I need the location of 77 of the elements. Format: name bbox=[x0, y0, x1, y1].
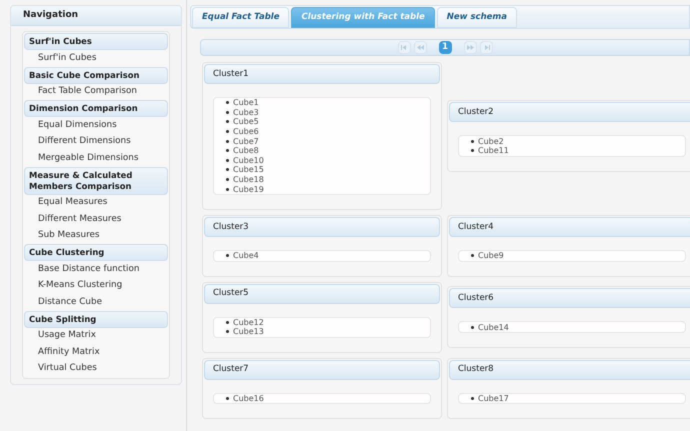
menu-item[interactable]: K-Means Clustering bbox=[24, 278, 168, 294]
cube-name: Cube15 bbox=[233, 165, 264, 174]
cube-name: Cube19 bbox=[233, 184, 264, 194]
first-page-icon bbox=[400, 45, 408, 50]
next-page-icon bbox=[466, 45, 474, 50]
last-page-icon bbox=[482, 45, 490, 50]
last-page-button[interactable] bbox=[480, 41, 492, 54]
cube-name: Cube3 bbox=[233, 108, 259, 117]
menu-item[interactable]: Distance Cube bbox=[24, 294, 168, 310]
cube-name: Cube14 bbox=[478, 322, 509, 332]
panel-header: Cluster7 bbox=[204, 360, 440, 380]
menu-item[interactable]: Base Distance function bbox=[24, 261, 168, 278]
section-header[interactable]: Basic Cube Comparison bbox=[24, 66, 168, 84]
bullet-icon bbox=[226, 120, 229, 124]
cube-name: Cube18 bbox=[233, 175, 264, 184]
first-page-button[interactable] bbox=[398, 41, 410, 54]
cube-name: Cube1 bbox=[233, 98, 259, 108]
menu-item[interactable]: Different Measures bbox=[24, 211, 168, 228]
panel-header: Cluster3 bbox=[204, 216, 440, 237]
menu-item[interactable]: Mergeable Dimensions bbox=[24, 150, 168, 166]
tab[interactable]: New schema bbox=[436, 7, 517, 28]
panel-header: Cluster1 bbox=[204, 64, 440, 84]
cube-name: Cube11 bbox=[478, 146, 509, 156]
bullet-icon bbox=[226, 130, 229, 134]
bullet-icon bbox=[226, 110, 229, 114]
bullet-icon bbox=[226, 158, 229, 162]
cube-name: Cube2 bbox=[478, 136, 504, 146]
section-header[interactable]: Cube Clustering bbox=[24, 244, 168, 261]
panel-header: Navigation bbox=[11, 6, 181, 26]
cube-name: Cube12 bbox=[233, 318, 264, 327]
bullet-icon bbox=[226, 101, 229, 104]
bullet-icon bbox=[226, 149, 229, 152]
menu-item[interactable]: Sub Measures bbox=[24, 228, 168, 244]
bullet-icon bbox=[226, 397, 229, 400]
menu-item[interactable]: Equal Measures bbox=[24, 194, 168, 211]
cube-name: Cube9 bbox=[478, 251, 504, 260]
menu-item[interactable]: Different Dimensions bbox=[24, 134, 168, 150]
panel-header: Cluster2 bbox=[449, 102, 690, 122]
cube-name: Cube10 bbox=[233, 156, 264, 165]
next-page-button[interactable] bbox=[464, 41, 476, 54]
cube-name: Cube13 bbox=[233, 327, 264, 336]
cube-name: Cube16 bbox=[233, 394, 264, 404]
cube-name: Cube4 bbox=[233, 251, 259, 260]
bullet-icon bbox=[471, 326, 474, 329]
bullet-icon bbox=[226, 140, 229, 143]
menu-item[interactable]: Usage Matrix bbox=[24, 328, 168, 344]
tab[interactable]: Equal Fact Table bbox=[192, 7, 290, 28]
bullet-icon bbox=[226, 330, 229, 334]
bullet-icon bbox=[471, 254, 474, 258]
bullet-icon bbox=[226, 168, 229, 172]
menu-item[interactable]: Affinity Matrix bbox=[24, 344, 168, 360]
cube-name: Cube6 bbox=[233, 127, 259, 136]
cube-name: Cube17 bbox=[478, 394, 509, 404]
panel-header: Cluster8 bbox=[449, 360, 690, 380]
bullet-icon bbox=[226, 320, 229, 324]
section-header[interactable]: Surf'in Cubes bbox=[24, 33, 168, 50]
cube-name: Cube7 bbox=[233, 136, 259, 146]
cube-name: Cube5 bbox=[233, 117, 259, 126]
bullet-icon bbox=[226, 188, 229, 191]
panel-header: Cluster4 bbox=[449, 216, 690, 237]
previous-page-button[interactable] bbox=[414, 41, 426, 54]
previous-page-icon bbox=[416, 45, 424, 50]
menu-item[interactable]: Surf'in Cubes bbox=[24, 50, 168, 66]
section-header[interactable]: Measure & Calculated Members Comparison bbox=[24, 166, 168, 194]
menu-item[interactable]: Equal Dimensions bbox=[24, 117, 168, 134]
section-header[interactable]: Cube Splitting bbox=[24, 310, 168, 328]
panel-header: Cluster6 bbox=[449, 288, 690, 308]
bullet-icon bbox=[226, 254, 229, 258]
panel-header: Cluster5 bbox=[204, 284, 440, 304]
bullet-icon bbox=[471, 149, 474, 152]
section-header[interactable]: Dimension Comparison bbox=[24, 100, 168, 117]
bullet-icon bbox=[471, 397, 474, 400]
cube-name: Cube8 bbox=[233, 146, 259, 156]
menu-item[interactable]: Virtual Cubes bbox=[24, 360, 168, 377]
menu-item[interactable]: Fact Table Comparison bbox=[24, 84, 168, 100]
bullet-icon bbox=[471, 140, 474, 143]
bullet-icon bbox=[226, 178, 229, 182]
